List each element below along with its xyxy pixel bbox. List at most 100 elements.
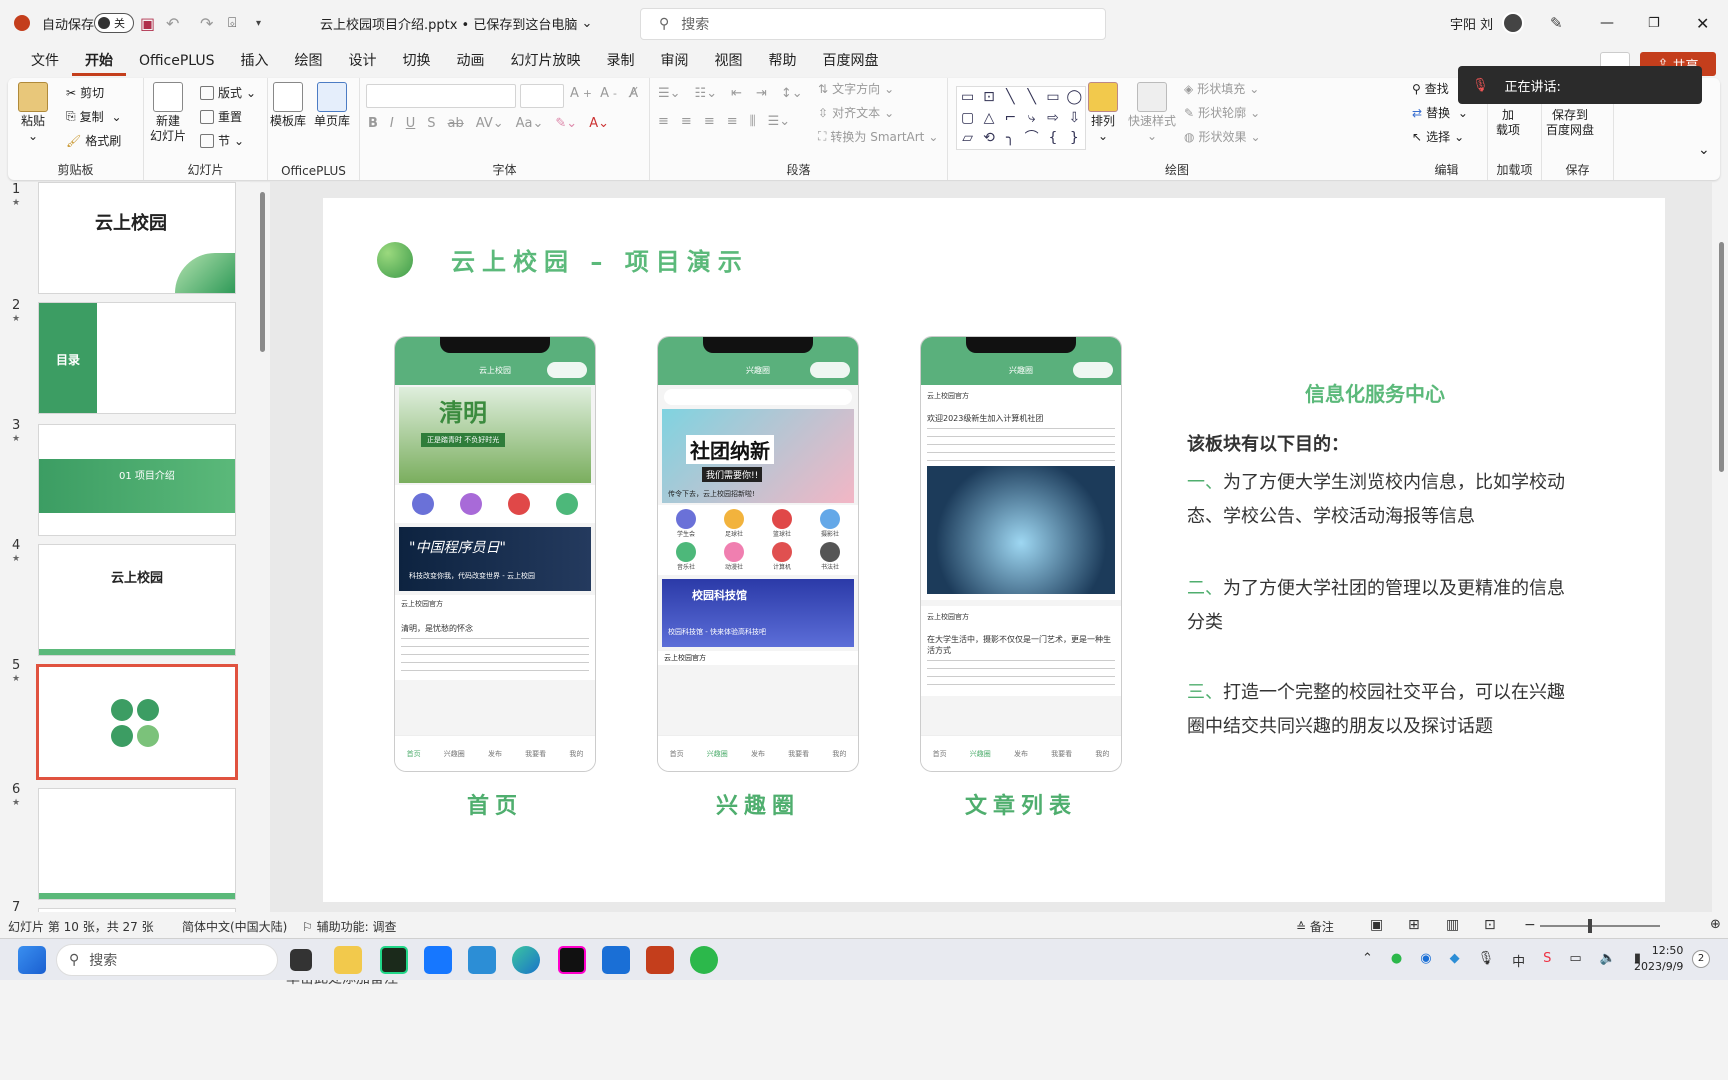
windows-start-icon[interactable] <box>18 946 46 974</box>
find-button[interactable]: ⚲ 查找 <box>1412 80 1449 97</box>
font-size-buttons[interactable]: A + A- A̸ <box>570 86 638 101</box>
normal-view-icon[interactable]: ▣ <box>1370 917 1383 933</box>
smartart-button[interactable]: ⛶ 转换为 SmartArt ⌄ <box>818 128 938 145</box>
search-box[interactable]: ⚲ 搜索 <box>640 8 1106 40</box>
powerpoint-taskbar-icon[interactable] <box>646 946 674 974</box>
menu-help[interactable]: 帮助 <box>756 46 810 76</box>
language-status[interactable]: 简体中文(中国大陆) <box>182 918 287 935</box>
menu-view[interactable]: 视图 <box>702 46 756 76</box>
replace-button[interactable]: ⇄ 替换 ⌄ <box>1412 104 1468 121</box>
menu-draw[interactable]: 绘图 <box>282 46 336 76</box>
paste-button[interactable]: 粘贴 ⌄ <box>18 82 48 144</box>
document-title[interactable]: 云上校园项目介绍.pptx • 已保存到这台电脑 ⌄ <box>320 0 592 46</box>
wechat-icon[interactable] <box>690 946 718 974</box>
align-buttons[interactable]: ≡ ≡ ≡ ≡ ⫼ ☰⌄ <box>658 114 790 129</box>
arrange-icon <box>1088 82 1118 112</box>
autosave-toggle[interactable]: 关 <box>94 0 134 46</box>
menu-slideshow[interactable]: 幻灯片放映 <box>498 46 594 76</box>
thumbnail-slide-1[interactable]: 云上校园 <box>38 182 236 294</box>
pen-icon[interactable]: ✎ <box>1550 0 1563 46</box>
slideshow-view-icon[interactable]: ⊡ <box>1484 917 1496 933</box>
avatar[interactable] <box>1502 0 1524 46</box>
zoom-slider[interactable] <box>1540 919 1660 933</box>
shape-fill-button[interactable]: ◈ 形状填充 ⌄ <box>1184 80 1259 97</box>
list-buttons[interactable]: ☰⌄ ☷⌄ ⇤ ⇥ ↕⌄ <box>658 86 803 101</box>
info-title: 信息化服务中心 <box>1305 382 1445 406</box>
collapse-ribbon-icon[interactable]: ⌄ <box>1698 142 1710 158</box>
menu-baidu[interactable]: 百度网盘 <box>810 46 892 76</box>
align-text-button[interactable]: ⇳ 对齐文本 ⌄ <box>818 104 894 121</box>
thumbnail-slide-5[interactable] <box>36 664 238 780</box>
cut-button[interactable]: ✂ 剪切 <box>66 84 104 101</box>
save-icon[interactable]: ▣ <box>140 0 155 46</box>
menu-file[interactable]: 文件 <box>18 46 72 76</box>
shape-effects-button[interactable]: ◍ 形状效果 ⌄ <box>1184 128 1261 145</box>
zoom-out-icon[interactable]: − <box>1524 917 1536 933</box>
font-format-buttons[interactable]: B I U Sab AV⌄ Aa⌄ ✎⌄ A⌄ <box>368 116 609 131</box>
thumbnail-slide-4[interactable]: 云上校园 <box>38 544 236 656</box>
font-size-select[interactable] <box>520 84 564 108</box>
thumbnails-scrollbar[interactable] <box>258 182 268 912</box>
customize-qat-icon[interactable]: ▾ <box>256 0 261 46</box>
reset-button[interactable]: 重置 <box>200 108 242 125</box>
template-icon <box>273 82 303 112</box>
pycharm-icon[interactable] <box>380 946 408 974</box>
canvas-scrollbar[interactable] <box>1716 182 1728 912</box>
star-icon: ★ <box>12 554 21 564</box>
thumb-number: 3 <box>12 418 21 433</box>
thumbnail-slide-2[interactable]: 目录 <box>38 302 236 414</box>
menu-review[interactable]: 审阅 <box>648 46 702 76</box>
sorter-view-icon[interactable]: ⊞ <box>1408 917 1420 933</box>
redo-icon[interactable]: ↷ <box>200 0 213 46</box>
present-icon[interactable]: ⌺ <box>228 0 236 46</box>
notes-button[interactable]: ≙ 备注 <box>1296 918 1334 935</box>
caption-home: 首页 <box>466 794 523 819</box>
vscode-icon[interactable] <box>468 946 496 974</box>
layout-button[interactable]: 版式 ⌄ <box>200 84 256 101</box>
reading-view-icon[interactable]: ▥ <box>1446 917 1459 933</box>
restore-button[interactable]: ❐ <box>1648 0 1660 46</box>
menu-design[interactable]: 设计 <box>336 46 390 76</box>
menu-insert[interactable]: 插入 <box>228 46 282 76</box>
new-slide-button[interactable]: 新建 幻灯片 <box>150 82 186 144</box>
undo-icon[interactable]: ↶ <box>166 0 179 46</box>
single-page-button[interactable]: 单页库 <box>314 82 350 129</box>
edge-icon[interactable] <box>512 946 540 974</box>
shape-outline-button[interactable]: ✎ 形状轮廓 ⌄ <box>1184 104 1260 121</box>
app-blue-icon[interactable] <box>424 946 452 974</box>
clock[interactable]: 12:50 2023/9/9 <box>1634 943 1683 975</box>
minimize-button[interactable]: — <box>1600 0 1614 46</box>
task-view-icon[interactable] <box>290 949 312 971</box>
photos-icon[interactable] <box>602 946 630 974</box>
font-family-select[interactable] <box>366 84 516 108</box>
system-tray[interactable]: ⌃ ● ◉ ◆ 🎙 中 S ▭ 🔈 ▮ <box>1362 951 1641 970</box>
menu-transitions[interactable]: 切换 <box>390 46 444 76</box>
accessibility-status[interactable]: ⚐ 辅助功能: 调查 <box>302 918 396 935</box>
shapes-gallery[interactable]: ▭ ⊡ ╲ ╲ ▭ ◯ ▢ △ ⌐ ⤷ ⇨ ⇩ ▱ ⟲ ╮ ⌒{} <box>956 86 1086 150</box>
file-explorer-icon[interactable] <box>334 946 362 974</box>
group-drawing: ▭ ⊡ ╲ ╲ ▭ ◯ ▢ △ ⌐ ⤷ ⇨ ⇩ ▱ ⟲ ╮ ⌒{} 排列 ⌄ 快速样式 ⌄ ◈ 形状填充 ⌄ ✎ 形… <box>948 78 1406 180</box>
arrange-button[interactable]: 排列 ⌄ <box>1088 82 1118 144</box>
thumbnail-slide-6[interactable] <box>38 788 236 900</box>
menu-record[interactable]: 录制 <box>594 46 648 76</box>
user-name[interactable]: 宇阳 刘 <box>1450 0 1493 46</box>
format-painter-button[interactable]: 🖌 格式刷 <box>66 132 121 149</box>
copy-button[interactable]: ⎘ 复制 ⌄ <box>66 108 122 125</box>
notification-badge[interactable]: 2 <box>1692 950 1710 968</box>
search-icon: ⚲ <box>659 16 670 32</box>
menu-home[interactable]: 开始 <box>72 46 126 76</box>
menu-officeplus[interactable]: OfficePLUS <box>126 46 228 76</box>
section-button[interactable]: 节 ⌄ <box>200 132 244 149</box>
quick-styles-button[interactable]: 快速样式 ⌄ <box>1128 82 1176 144</box>
close-button[interactable]: ✕ <box>1696 0 1709 46</box>
menu-animations[interactable]: 动画 <box>444 46 498 76</box>
taskbar-search[interactable]: ⚲ 搜索 <box>56 944 278 976</box>
bold-icon: B <box>368 116 378 131</box>
text-direction-button[interactable]: ⇅ 文字方向 ⌄ <box>818 80 894 97</box>
fit-slide-icon[interactable]: ⊕ <box>1710 917 1721 932</box>
select-button[interactable]: ↖ 选择 ⌄ <box>1412 128 1464 145</box>
slide[interactable]: 云上校园 – 项目演示 云上校园 清明 正是踏青时 不负好时光 "中国程序员日"… <box>323 198 1665 952</box>
jetbrains-icon[interactable] <box>558 946 586 974</box>
thumbnail-slide-3[interactable]: 01 项目介绍 <box>38 424 236 536</box>
templates-button[interactable]: 模板库 <box>270 82 306 129</box>
